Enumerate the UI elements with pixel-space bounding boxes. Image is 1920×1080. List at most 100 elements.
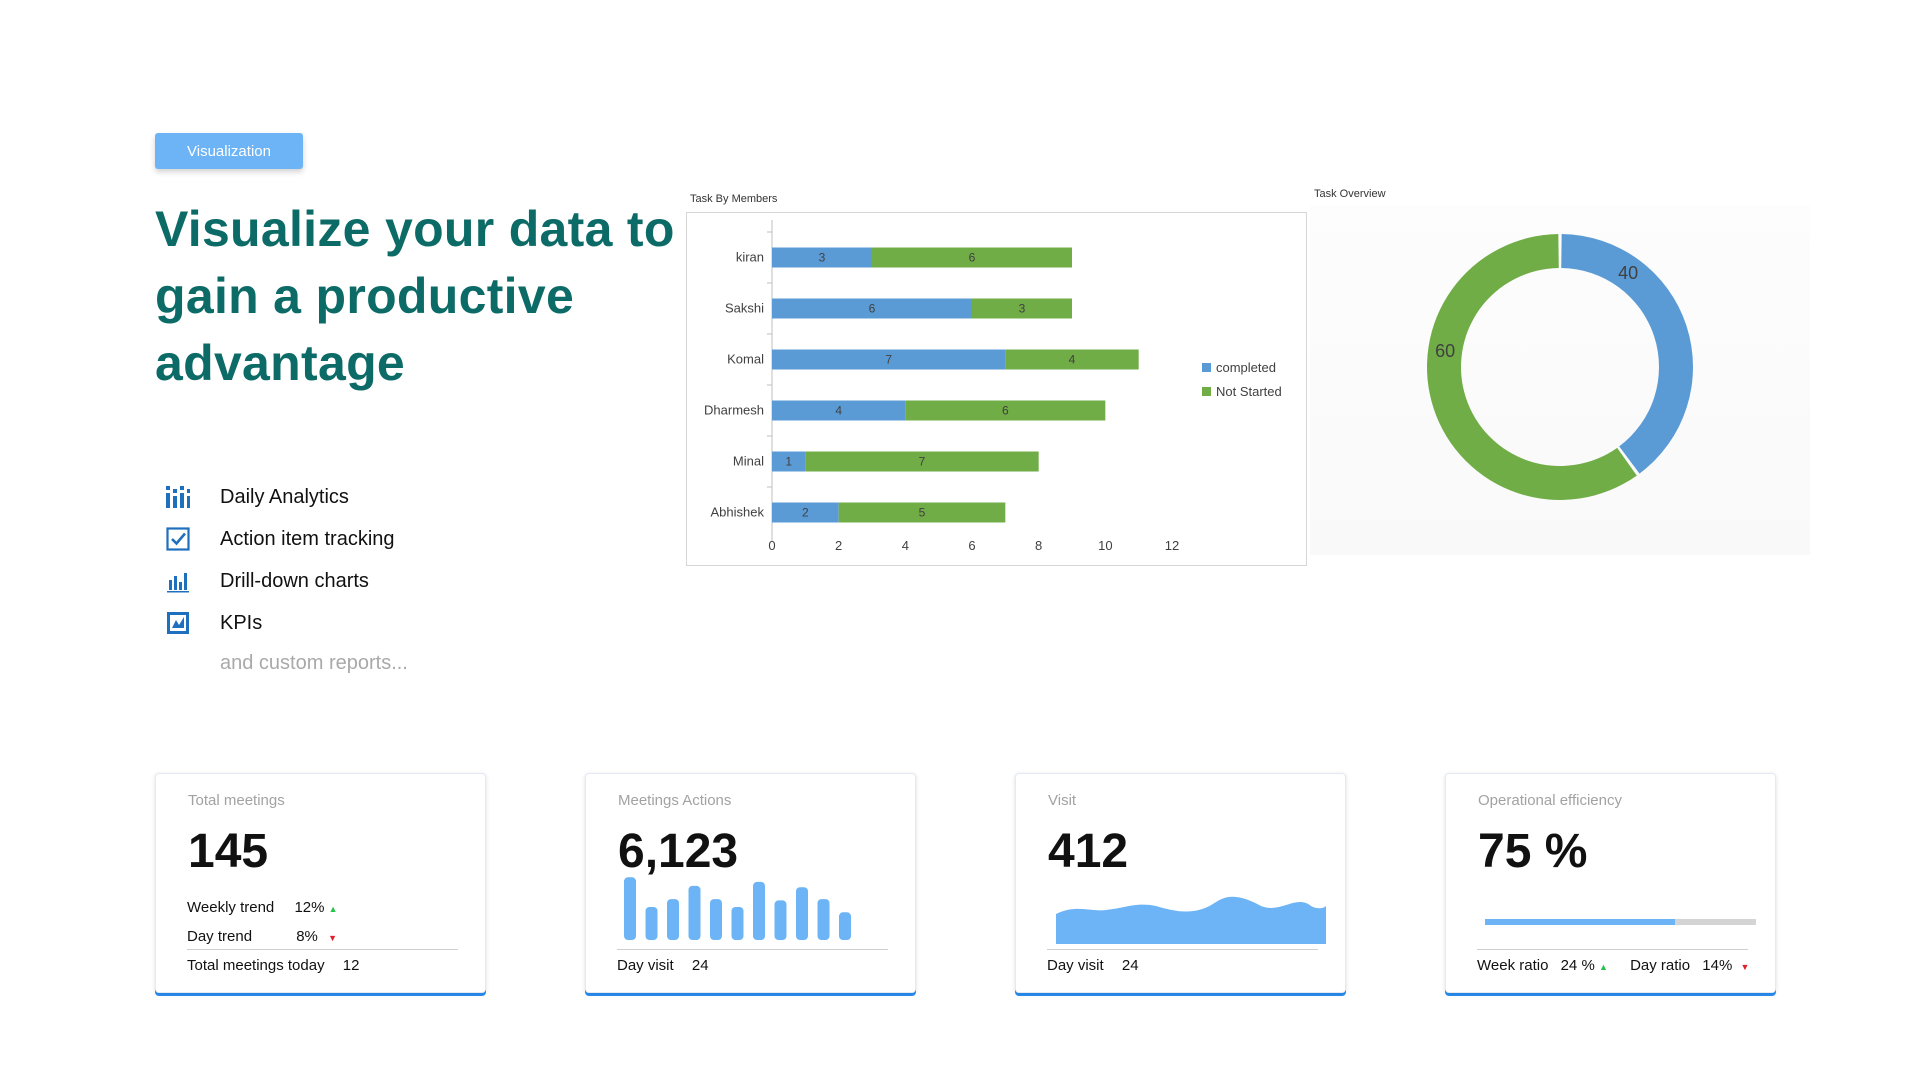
weekly-trend-label: Weekly trend	[187, 899, 275, 916]
card-footer: Total meetings today 12	[187, 957, 359, 974]
category-label: Dharmesh	[704, 403, 764, 418]
bar-data-label: 5	[919, 506, 926, 520]
footer-value: 24	[1121, 957, 1139, 974]
x-tick-label: 6	[968, 538, 975, 553]
x-tick-label: 4	[902, 538, 909, 553]
card-divider	[1047, 949, 1318, 950]
card-value: 75 %	[1478, 825, 1588, 878]
visualization-badge[interactable]: Visualization	[155, 133, 303, 169]
bar-data-label: 3	[1019, 302, 1026, 316]
day-ratio-label: Day ratio	[1630, 957, 1691, 974]
spark-bar	[774, 900, 787, 940]
card-visit: Visit 412 Day visit 24	[1015, 773, 1346, 993]
spark-bar	[839, 912, 851, 940]
card-footer: Day visit 24	[1047, 957, 1139, 974]
bar-data-label: 4	[1069, 353, 1076, 367]
donut-data-label: 40	[1618, 263, 1638, 283]
bar-data-label: 4	[835, 404, 842, 418]
ratio-up-icon: ▲	[1598, 962, 1608, 972]
bar-data-label: 1	[785, 455, 792, 469]
card-title: Total meetings	[188, 792, 285, 809]
ratio-down-icon: ▼	[1740, 962, 1750, 972]
legend-label: completed	[1216, 360, 1276, 375]
day-ratio-value: 14%	[1702, 957, 1733, 974]
category-label: Sakshi	[725, 301, 764, 316]
donut-chart-title: Task Overview	[1314, 188, 1386, 200]
spark-bar	[667, 899, 679, 940]
spark-bar	[796, 887, 808, 940]
task-by-members-chart: kiran 3 6 Sakshi 6 3 Komal 7 4 Dharmesh 4 6 Minal 1 7 A…	[704, 220, 1282, 553]
category-label: Minal	[733, 454, 764, 469]
visit-area-sparkline	[1056, 896, 1326, 944]
bar-data-label: 7	[885, 353, 892, 367]
more-reports-text: and custom reports...	[220, 652, 408, 674]
donut-data-label: 60	[1435, 341, 1455, 361]
efficiency-progress-fill	[1485, 919, 1675, 925]
bar-data-label: 2	[802, 506, 809, 520]
bar-data-label: 7	[919, 455, 926, 469]
meetings-sparkbar-chart	[624, 877, 851, 940]
efficiency-progress-bar	[1485, 919, 1756, 925]
card-value: 412	[1048, 825, 1129, 878]
task-overview-chart: 40 60	[1427, 234, 1693, 501]
day-trend-row: Day trend 8% ▼	[187, 928, 337, 945]
trend-down-icon: ▼	[328, 933, 337, 943]
weekly-trend-row: Weekly trend 12% ▲	[187, 899, 338, 916]
card-meetings-actions: Meetings Actions 6,123 Day visit 24	[585, 773, 916, 993]
spark-bar	[817, 899, 830, 940]
spark-bar	[710, 899, 722, 940]
x-tick-label: 0	[768, 538, 775, 553]
feature-label: Action item tracking	[220, 527, 395, 550]
feature-action-item-tracking: Action item tracking	[163, 518, 395, 560]
headline: Visualize your data to gain a productive…	[155, 201, 675, 391]
bar-data-label: 6	[1002, 404, 1009, 418]
x-tick-label: 2	[835, 538, 842, 553]
day-trend-label: Day trend	[187, 928, 253, 945]
card-title: Operational efficiency	[1478, 792, 1622, 809]
spark-bar	[624, 877, 636, 940]
day-trend-value: 8%	[296, 928, 318, 945]
footer-value: 24	[691, 957, 709, 974]
category-label: kiran	[736, 250, 764, 265]
spark-bar	[753, 881, 765, 940]
card-divider	[617, 949, 888, 950]
card-title: Visit	[1048, 792, 1077, 809]
spark-bar	[688, 885, 701, 940]
feature-daily-analytics: Daily Analytics	[163, 476, 395, 518]
card-title: Meetings Actions	[618, 792, 732, 809]
card-value: 145	[188, 825, 269, 878]
feature-drill-down-charts: Drill-down charts	[163, 560, 395, 602]
legend-swatch	[1202, 363, 1211, 372]
bar-grid-icon	[163, 482, 193, 512]
bar-chart-icon	[163, 566, 193, 596]
category-label: Komal	[727, 352, 764, 367]
feature-label: Drill-down charts	[220, 569, 369, 592]
x-tick-label: 12	[1165, 538, 1179, 553]
legend-label: Not Started	[1216, 384, 1282, 399]
card-operational-efficiency: Operational efficiency 75 % Week ratio 2…	[1445, 773, 1776, 993]
bar-data-label: 6	[869, 302, 876, 316]
feature-list: Daily Analytics Action item tracking Dri…	[163, 476, 395, 644]
kpi-chart-icon	[163, 608, 193, 638]
footer-value: 12	[342, 957, 360, 974]
feature-kpis: KPIs	[163, 602, 395, 644]
card-footer: Day visit 24	[617, 957, 709, 974]
week-ratio-value: 24 %	[1560, 957, 1595, 974]
feature-label: Daily Analytics	[220, 485, 349, 508]
x-tick-label: 10	[1098, 538, 1112, 553]
footer-label: Day visit	[1047, 957, 1104, 974]
bar-chart-title: Task By Members	[690, 193, 778, 205]
card-footer: Week ratio 24 % ▲ Day ratio 14% ▼	[1477, 957, 1749, 974]
bar-data-label: 3	[819, 251, 826, 265]
spark-bar	[731, 907, 744, 940]
trend-up-icon: ▲	[328, 904, 338, 914]
category-label: Abhishek	[711, 505, 765, 520]
card-total-meetings: Total meetings 145 Weekly trend 12% ▲ Da…	[155, 773, 486, 993]
weekly-trend-value: 12%	[294, 899, 325, 916]
card-divider	[1477, 949, 1748, 950]
week-ratio-label: Week ratio	[1477, 957, 1549, 974]
footer-label: Total meetings today	[187, 957, 325, 974]
card-divider	[187, 949, 458, 950]
footer-label: Day visit	[617, 957, 674, 974]
legend-swatch	[1202, 387, 1211, 396]
